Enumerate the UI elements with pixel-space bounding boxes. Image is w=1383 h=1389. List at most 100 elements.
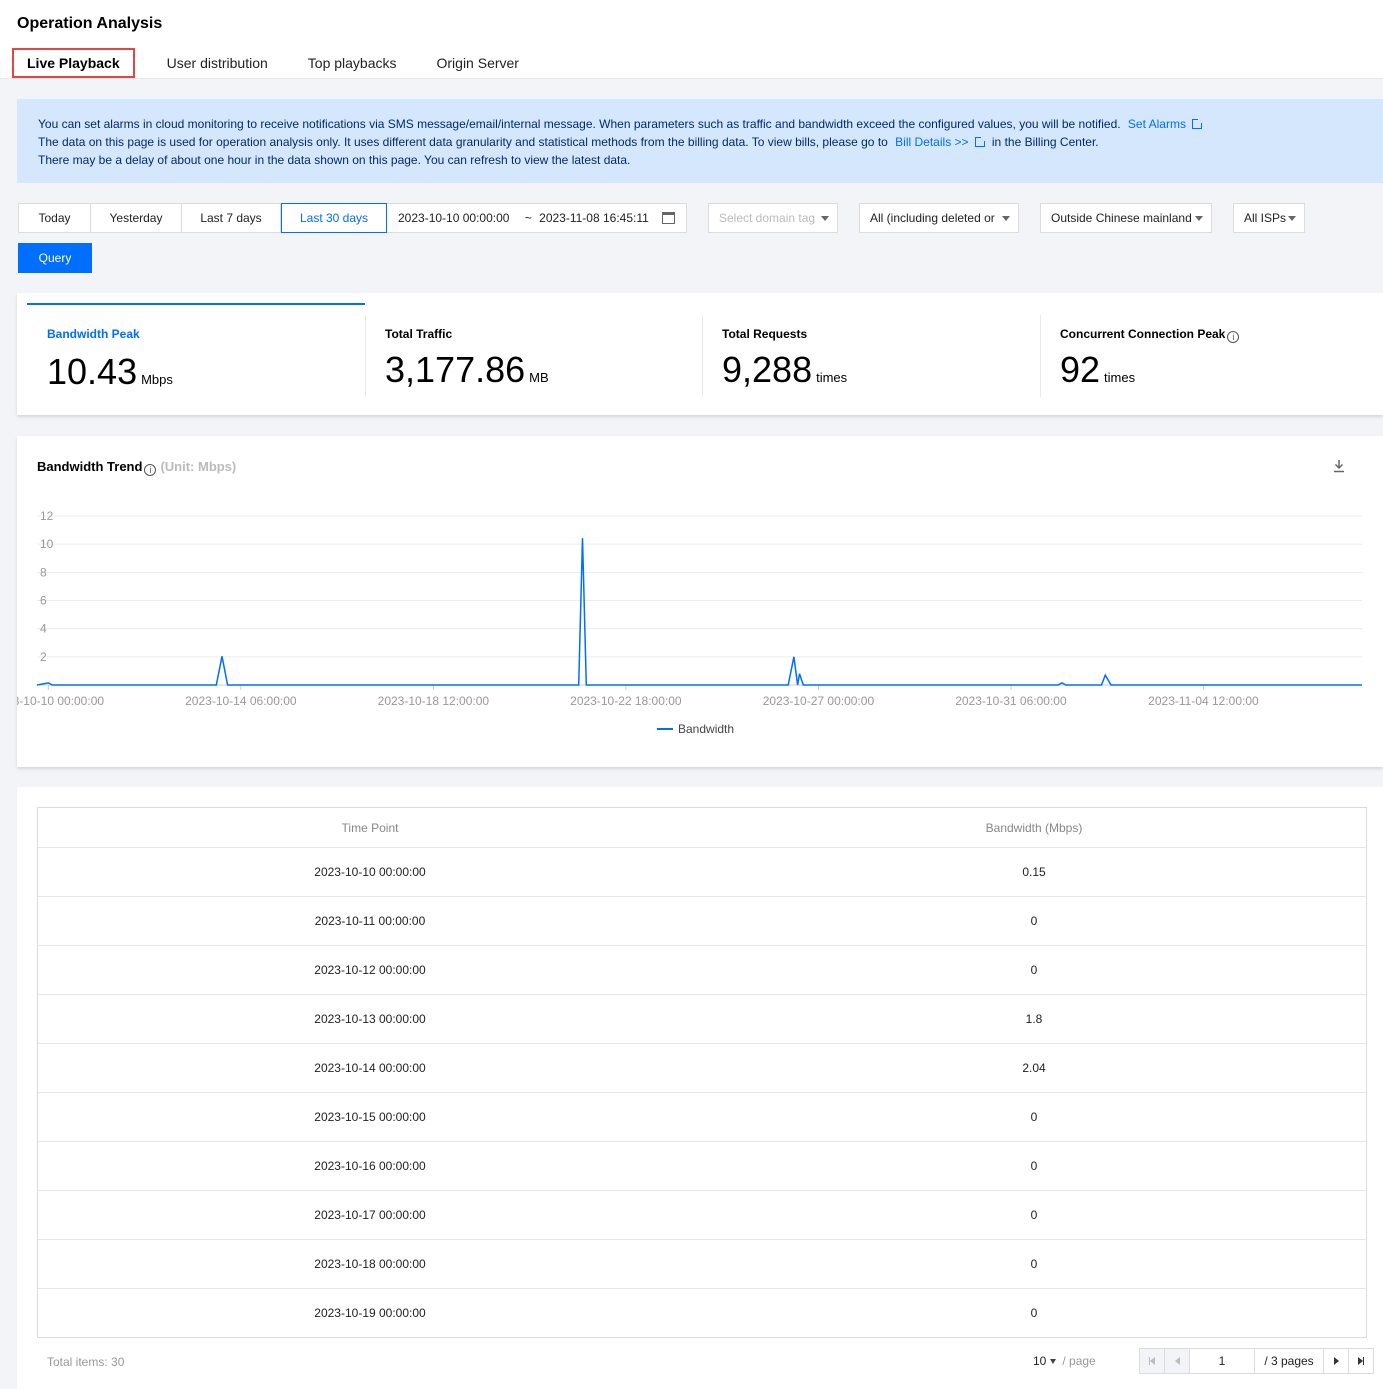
bandwidth-table: Time Point Bandwidth (Mbps) 2023-10-10 0… xyxy=(37,807,1367,1338)
chevron-down-icon xyxy=(1002,216,1010,221)
bandwidth-trend-card: Bandwidth Trendi(Unit: Mbps) 24681012202… xyxy=(17,436,1383,767)
cell-bandwidth: 2.04 xyxy=(1022,1061,1046,1075)
cell-time: 2023-10-10 00:00:00 xyxy=(314,865,426,879)
table-row: 2023-10-12 00:00:00 0 xyxy=(38,945,1366,994)
cell-bandwidth: 0 xyxy=(1030,1257,1038,1271)
today-button[interactable]: Today xyxy=(18,203,91,233)
table-row: 2023-10-18 00:00:00 0 xyxy=(38,1239,1366,1288)
info-notice: You can set alarms in cloud monitoring t… xyxy=(17,99,1383,183)
table-row: 2023-10-16 00:00:00 0 xyxy=(38,1141,1366,1190)
tab-origin-server[interactable]: Origin Server xyxy=(437,48,519,78)
stat-label: Concurrent Connection Peak i xyxy=(1060,327,1240,343)
chevron-left-icon xyxy=(1174,1357,1180,1365)
last-7-days-button[interactable]: Last 7 days xyxy=(181,203,281,233)
notice-line-2: The data on this page is used for operat… xyxy=(38,133,1362,151)
cell-time: 2023-10-18 00:00:00 xyxy=(314,1257,426,1271)
notice-text: in the Billing Center. xyxy=(991,135,1099,149)
chevron-down-icon xyxy=(821,216,829,221)
x-tick-label: 2023-10-14 06:00:00 xyxy=(185,694,297,708)
table-row: 2023-10-10 00:00:00 0.15 xyxy=(38,847,1366,896)
external-link-icon[interactable] xyxy=(974,136,986,147)
legend-label: Bandwidth xyxy=(678,722,734,736)
first-page-button[interactable] xyxy=(1139,1348,1165,1374)
tab-user-distribution[interactable]: User distribution xyxy=(167,48,268,78)
last-30-days-button[interactable]: Last 30 days xyxy=(281,203,387,233)
domain-tag-select[interactable]: Select domain tag xyxy=(708,203,838,233)
next-page-button[interactable] xyxy=(1323,1348,1349,1374)
y-tick-label: 8 xyxy=(40,565,47,579)
tab-top-playbacks[interactable]: Top playbacks xyxy=(308,48,397,78)
y-tick-label: 4 xyxy=(40,622,47,636)
yesterday-button[interactable]: Yesterday xyxy=(90,203,182,233)
notice-line-1: You can set alarms in cloud monitoring t… xyxy=(38,115,1362,133)
prev-page-button[interactable] xyxy=(1164,1348,1190,1374)
set-alarms-link[interactable]: Set Alarms xyxy=(1128,117,1186,131)
stat-unit: times xyxy=(1104,370,1136,385)
stat-unit: Mbps xyxy=(141,372,173,387)
x-tick-label: 2023-10-22 18:00:00 xyxy=(570,694,682,708)
table-row: 2023-10-13 00:00:00 1.8 xyxy=(38,994,1366,1043)
total-items: Total items: 30 xyxy=(47,1355,124,1369)
page-input[interactable]: 1 xyxy=(1189,1348,1255,1374)
chevron-down-icon xyxy=(1195,216,1203,221)
stat-value: 3,177.86 MB xyxy=(385,349,549,391)
last-page-icon xyxy=(1362,1357,1365,1365)
stat-label: Bandwidth Peak xyxy=(47,327,140,341)
info-icon[interactable]: i xyxy=(1227,331,1240,343)
table-row: 2023-10-14 00:00:00 2.04 xyxy=(38,1043,1366,1092)
page-title: Operation Analysis xyxy=(17,15,163,32)
col-bandwidth[interactable]: Bandwidth (Mbps) xyxy=(702,821,1366,835)
region-select[interactable]: Outside Chinese mainland xyxy=(1040,203,1212,233)
cell-time: 2023-10-11 00:00:00 xyxy=(314,914,426,928)
stat-bandwidth-peak[interactable]: Bandwidth Peak 10.43 Mbps xyxy=(27,303,365,407)
x-tick-label: 2023-10-18 12:00:00 xyxy=(378,694,490,708)
calendar-icon[interactable] xyxy=(662,212,675,224)
y-tick-label: 10 xyxy=(40,537,54,551)
stat-number: 9,288 xyxy=(722,349,813,390)
stat-total-requests[interactable]: Total Requests 9,288 times xyxy=(702,303,1040,407)
col-time-point[interactable]: Time Point xyxy=(38,821,702,835)
stat-total-traffic[interactable]: Total Traffic 3,177.86 MB xyxy=(365,303,703,407)
total-pages: / 3 pages xyxy=(1254,1348,1324,1374)
bill-details-link[interactable]: Bill Details >> xyxy=(895,135,968,149)
query-button[interactable]: Query xyxy=(18,243,92,273)
stat-label: Total Requests xyxy=(722,327,808,341)
y-tick-label: 2 xyxy=(40,650,47,664)
page-size-select[interactable]: 10 / page xyxy=(1033,1354,1096,1368)
table-header: Time Point Bandwidth (Mbps) xyxy=(38,808,1366,847)
cell-bandwidth: 0.15 xyxy=(1022,865,1046,879)
stat-value: 92 times xyxy=(1060,349,1135,391)
total-count: 30 xyxy=(111,1355,125,1369)
notice-text: You can set alarms in cloud monitoring t… xyxy=(38,117,1121,131)
last-page-button[interactable] xyxy=(1348,1348,1374,1374)
chevron-down-icon xyxy=(1050,1359,1057,1364)
tab-live-playback[interactable]: Live Playback xyxy=(12,48,135,78)
bandwidth-chart: 2 4 6 8 10 12 2023-10-10 00:00:00 2023-10-14 06… xyxy=(17,509,1362,736)
cell-time: 2023-10-19 00:00:00 xyxy=(314,1306,426,1320)
page-size-value: 10 xyxy=(1033,1354,1047,1368)
stat-concurrent-peak[interactable]: Concurrent Connection Peak i 92 times xyxy=(1040,303,1378,407)
stat-label-text: Concurrent Connection Peak xyxy=(1060,327,1226,341)
stats-panel: Bandwidth Peak 10.43 Mbps Total Traffic 3… xyxy=(17,293,1383,415)
stat-number: 92 xyxy=(1060,349,1101,390)
cell-bandwidth: 0 xyxy=(1030,1208,1038,1222)
isp-select[interactable]: All ISPs xyxy=(1233,203,1305,233)
stat-number: 10.43 xyxy=(47,351,138,392)
y-tick-label: 6 xyxy=(40,594,47,608)
stat-value: 9,288 times xyxy=(722,349,847,391)
cell-time: 2023-10-15 00:00:00 xyxy=(314,1110,426,1124)
range-start: 2023-10-10 00:00:00 xyxy=(398,211,510,225)
top-header: Operation Analysis Live Playback User di… xyxy=(0,0,1383,79)
stat-label: Total Traffic xyxy=(385,327,453,341)
notice-text: The data on this page is used for operat… xyxy=(38,135,888,149)
page-size-unit: / page xyxy=(1062,1354,1096,1368)
cell-time: 2023-10-17 00:00:00 xyxy=(314,1208,426,1222)
domain-status-value: All (including deleted or xyxy=(870,211,995,225)
cell-bandwidth: 0 xyxy=(1030,914,1038,928)
domain-status-select[interactable]: All (including deleted or xyxy=(859,203,1019,233)
region-value: Outside Chinese mainland xyxy=(1051,211,1192,225)
external-link-icon[interactable] xyxy=(1191,118,1203,129)
date-range-picker[interactable]: 2023-10-10 00:00:00 ~ 2023-11-08 16:45:1… xyxy=(386,203,687,233)
data-table-card: Time Point Bandwidth (Mbps) 2023-10-10 0… xyxy=(17,787,1383,1389)
cell-bandwidth: 0 xyxy=(1030,963,1038,977)
